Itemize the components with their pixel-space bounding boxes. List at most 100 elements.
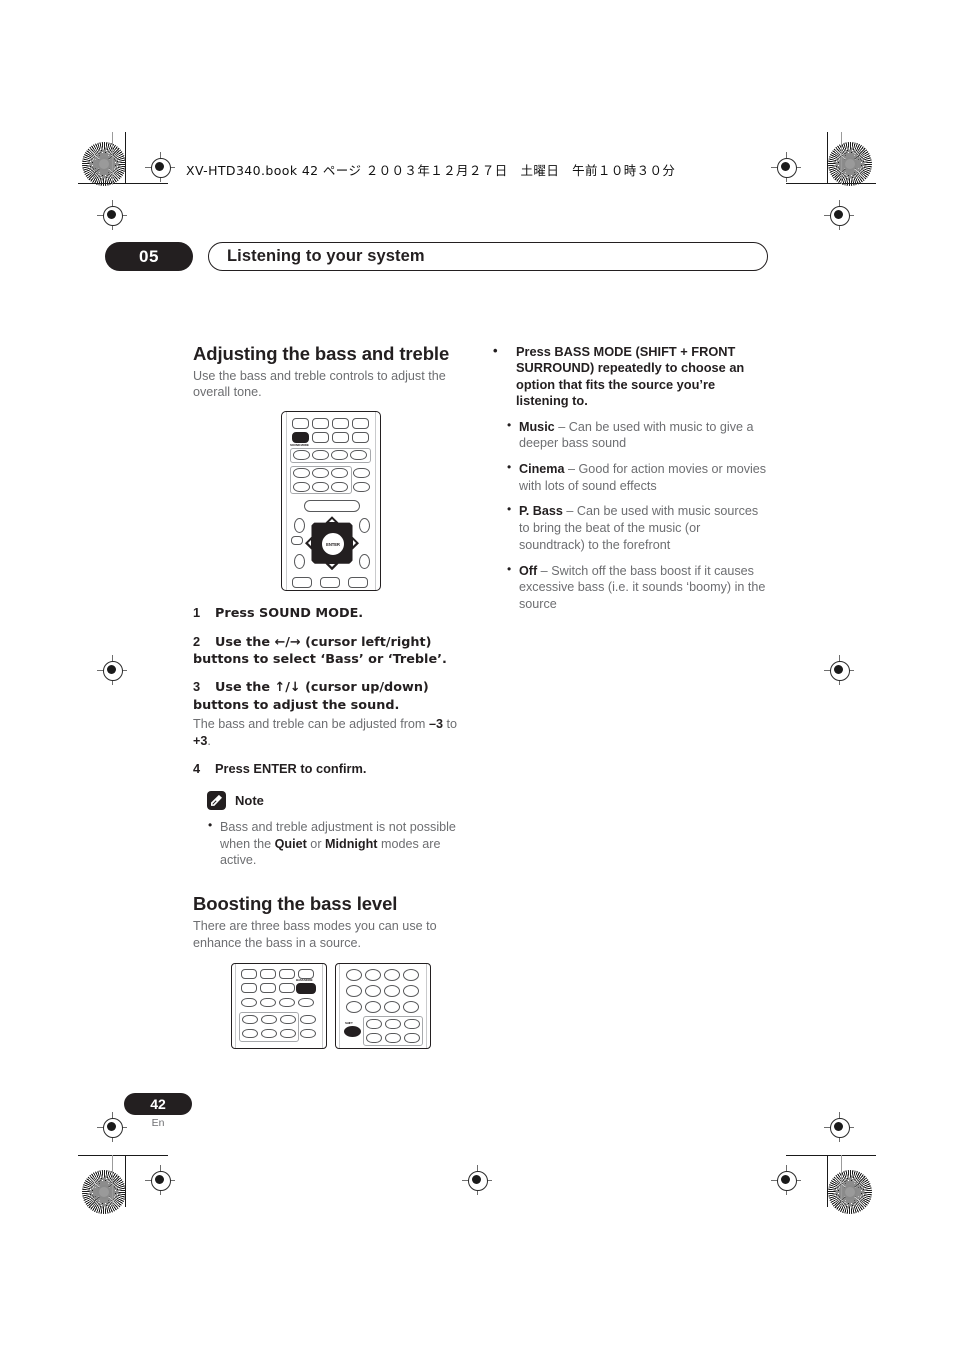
sremote-r-r4c4	[404, 1019, 420, 1030]
chapter-title-pill: Listening to your system	[208, 242, 768, 271]
step-2: 2 Use the ←/→ (cursor left/right) buttons…	[193, 634, 469, 669]
crop-line-bottom-left-h	[78, 1155, 168, 1157]
remote-button-r5c3	[331, 482, 348, 493]
sremote-r-r5c4	[404, 1033, 420, 1044]
option-dash-p-bass: –	[562, 504, 577, 519]
bass-mode-option-p-bass: P. Bass – Can be used with music sources…	[506, 502, 768, 553]
sremote-l-r5c4	[300, 1029, 316, 1039]
remote-button-r3c1	[293, 450, 310, 461]
sremote-l-r1c1	[241, 969, 257, 980]
step-3-note-end: .	[207, 733, 211, 748]
remote-button-r4c1	[293, 468, 310, 479]
sremote-l-r3c3	[279, 998, 295, 1008]
left-column: Adjusting the bass and treble Use the ba…	[193, 343, 469, 1050]
sremote-r-r4c2	[366, 1019, 382, 1030]
remote-button-r2c2	[312, 432, 329, 444]
sremote-l-r5c1	[242, 1029, 258, 1039]
trim-rule-right	[841, 132, 842, 184]
sremote-r-r5c3	[385, 1033, 401, 1044]
trim-rule-left	[112, 132, 113, 184]
option-name-off: Off	[519, 563, 538, 578]
remote-detail-left: BASS MODE	[231, 963, 327, 1050]
remote-button-sound-mode-highlight	[292, 432, 309, 444]
note-header: Note	[207, 790, 469, 810]
note-item-mid: or	[306, 836, 326, 851]
crop-line-top-left-v	[125, 132, 127, 184]
remote-body: SOUND MODE ENTER	[281, 411, 381, 592]
remote-button-bottom-2	[320, 577, 340, 589]
crop-line-bottom-right-h	[786, 1155, 876, 1157]
sremote-l-r2c2	[260, 983, 276, 994]
remote-button-r3c3	[331, 450, 348, 461]
remote-illustration-sound-mode: SOUND MODE ENTER	[193, 411, 469, 592]
bass-mode-lead-bullet: Press BASS MODE (SHIFT + FRONT SURROUND)…	[492, 343, 768, 410]
crosshair-mark-right-upper	[824, 200, 854, 230]
remote-edge-line-left	[286, 412, 287, 591]
sremote-r-r3c3	[384, 1001, 400, 1014]
sremote-l-r2c1	[241, 983, 257, 994]
step-1-number: 1	[193, 605, 201, 621]
sremote-l-r4c3	[280, 1015, 296, 1025]
cursor-down-icon	[329, 564, 335, 568]
remote-button-r4c4	[353, 468, 370, 479]
crop-line-bottom-right-v	[827, 1155, 829, 1207]
cursor-left-icon	[308, 540, 311, 547]
bass-mode-option-off: Off – Switch off the bass boost if it ca…	[506, 562, 768, 613]
bass-mode-option-music: Music – Can be used with music to give a…	[506, 417, 768, 452]
bass-mode-option-cinema: Cinema – Good for action movies or movie…	[506, 460, 768, 494]
sremote-r-r3c1	[346, 1001, 362, 1014]
step-3: 3 Use the ↑/↓ (cursor up/down) buttons to…	[193, 679, 469, 714]
sremote-l-r3c4	[298, 998, 314, 1008]
section-intro-adjusting: Use the bass and treble controls to adju…	[193, 368, 446, 400]
note-title: Note	[235, 792, 264, 808]
remote-button-oval-bottom-right	[359, 554, 370, 570]
trim-rule-bottom-left	[112, 1155, 113, 1207]
sremote-r-r2c2	[365, 985, 381, 998]
crop-line-top-right-v	[827, 132, 829, 184]
note-list-item: Bass and treble adjustment is not possib…	[207, 818, 469, 869]
sremote-r-r2c4	[403, 985, 419, 998]
remote-button-wide	[304, 500, 360, 513]
crop-line-bottom-left-v	[125, 1155, 127, 1207]
sremote-l-r2c3	[279, 983, 295, 994]
remote-button-r4c3	[331, 468, 348, 479]
option-desc-off: Switch off the bass boost if it causes e…	[519, 563, 766, 612]
remote-button-r3c4	[350, 450, 367, 461]
remote-dpad-enter: ENTER	[305, 516, 359, 571]
remote-button-bottom-1	[292, 577, 312, 589]
option-name-cinema: Cinema	[519, 461, 565, 476]
note-item-midnight: Midnight	[325, 836, 378, 851]
chapter-title: Listening to your system	[227, 247, 425, 265]
remote-button-r4c2	[312, 468, 329, 479]
chapter-number-badge: 05	[105, 242, 193, 271]
cursor-right-icon	[353, 540, 356, 547]
step-1: 1 Press SOUND MODE.	[193, 605, 469, 622]
crosshair-mark-right-lower	[824, 1112, 854, 1142]
sremote-l-r1c2	[260, 969, 276, 980]
step-3-number: 3	[193, 679, 201, 695]
sremote-l-r5c2	[261, 1029, 277, 1039]
sremote-l-r3c1	[241, 998, 257, 1008]
registration-target-top-right	[828, 142, 872, 186]
step-1-text: Press SOUND MODE.	[215, 606, 364, 622]
step-4-number: 4	[193, 760, 201, 776]
registration-target-bottom-right	[828, 1170, 872, 1214]
sremote-l-r4c4	[300, 1015, 316, 1025]
crosshair-mark-bottom-right	[771, 1165, 801, 1195]
remote-button-r1c1	[292, 418, 309, 430]
remote-button-shift-highlight	[344, 1026, 361, 1038]
crop-line-top-left-h	[78, 183, 168, 185]
remote-button-r5c1	[293, 482, 310, 493]
sremote-r-r1c3	[384, 969, 400, 982]
manual-page: XV-HTD340.book 42 ページ ２００３年１２月２７日 土曜日 午前…	[0, 0, 954, 1351]
sremote-r-r2c3	[384, 985, 400, 998]
option-name-music: Music	[519, 419, 555, 434]
section-title-adjusting-bass-treble: Adjusting the bass and treble	[193, 343, 450, 364]
remote-button-oval-bottom-left	[294, 554, 305, 570]
note-item-quiet: Quiet	[274, 836, 307, 851]
sremote-r-r5c2	[366, 1033, 382, 1044]
step-3-note: The bass and treble can be adjusted from…	[193, 716, 469, 749]
step-3-note-mid: to	[442, 717, 457, 732]
remote-button-r1c2	[312, 418, 329, 430]
registration-target-bottom-left	[82, 1170, 126, 1214]
